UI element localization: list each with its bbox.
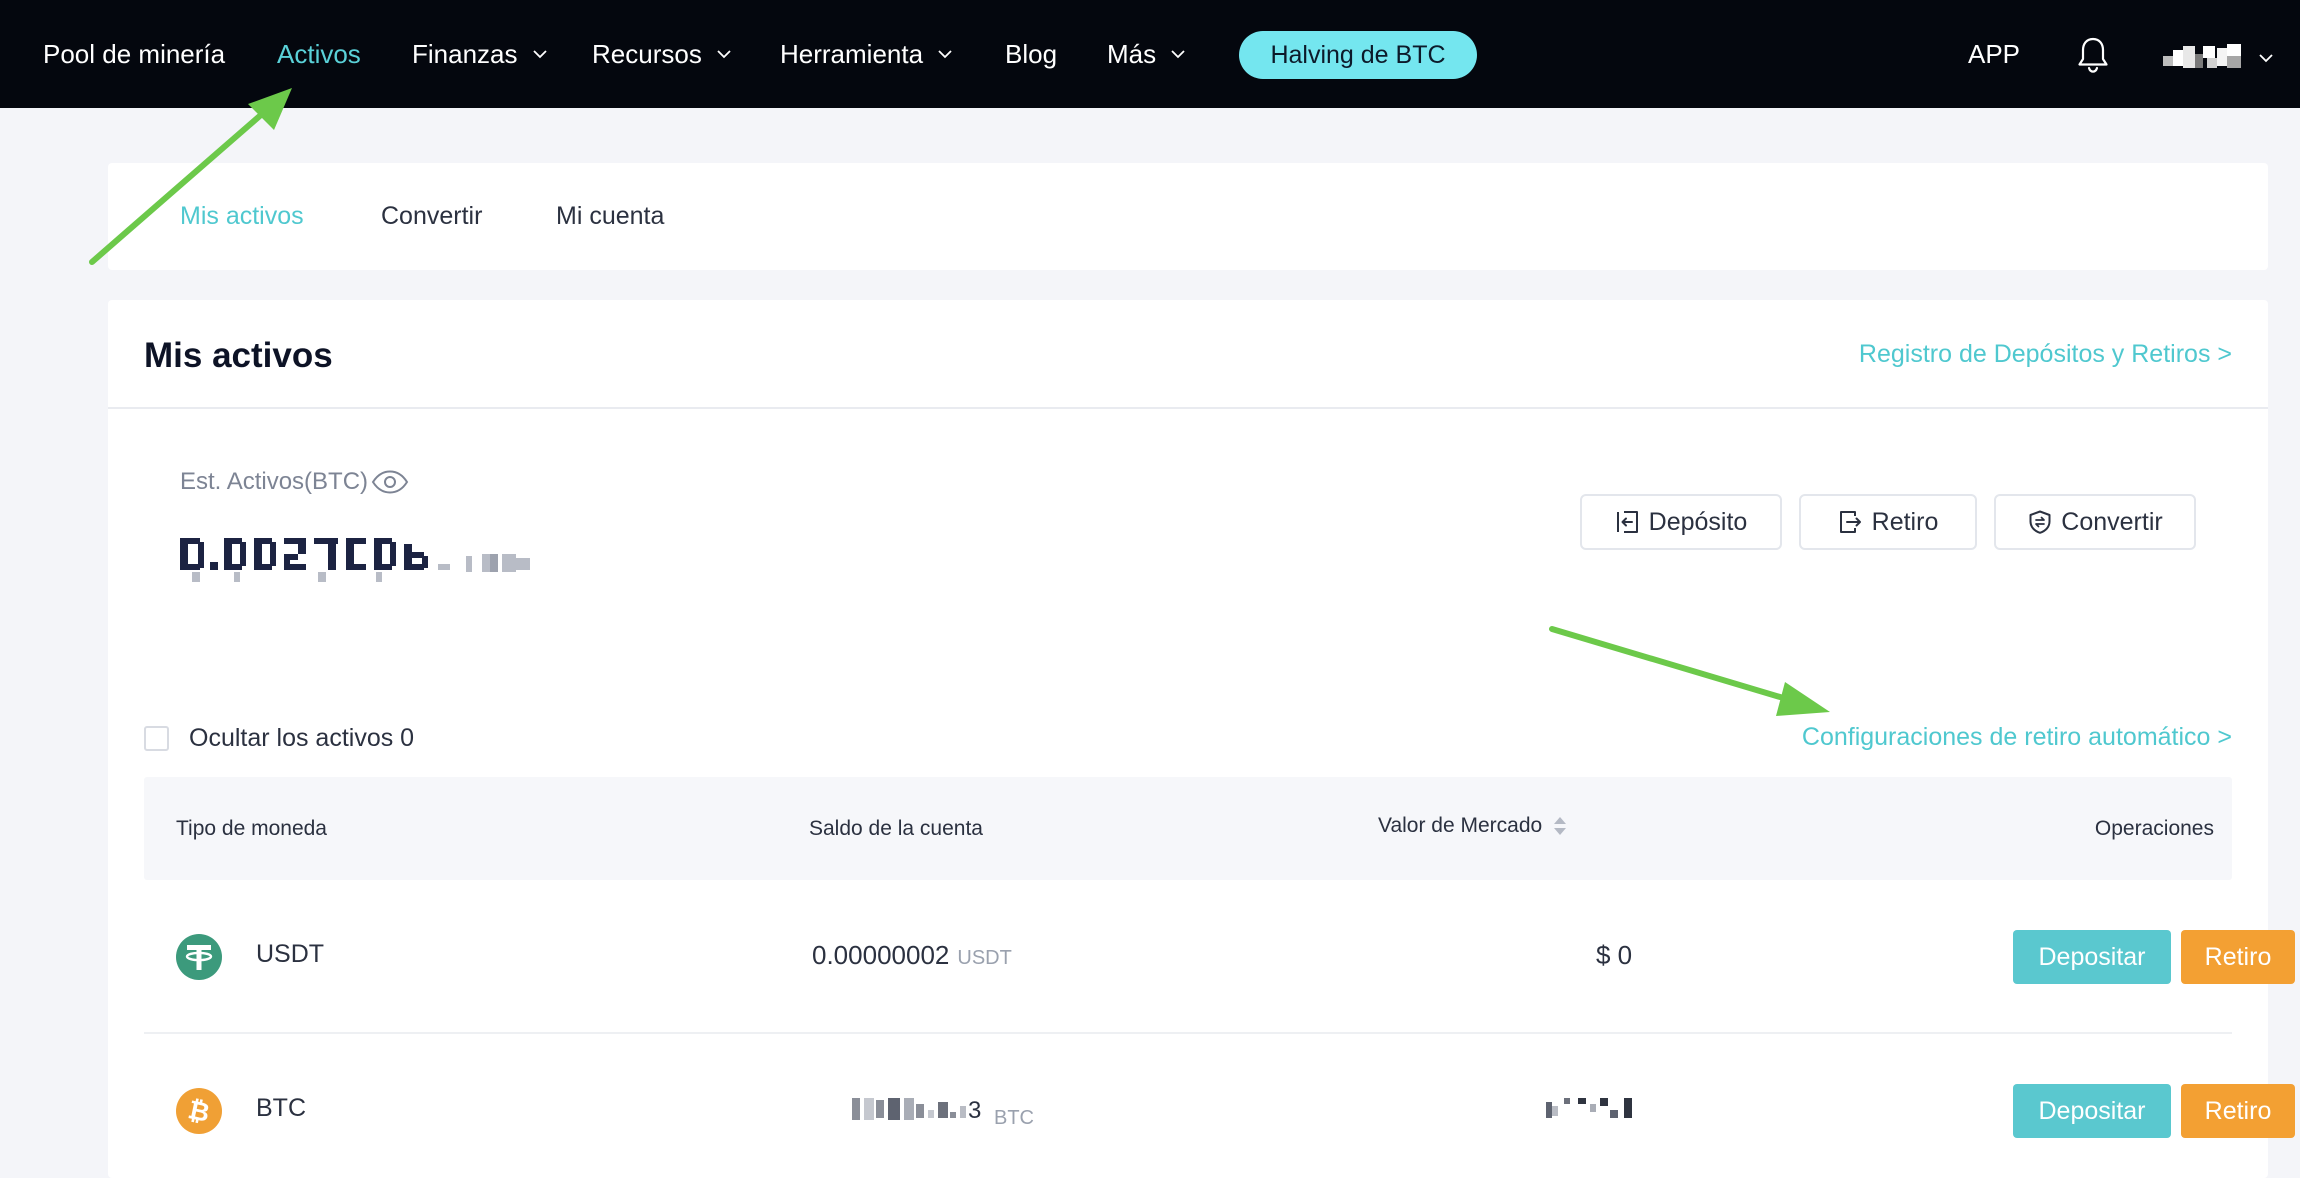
hide-zero-assets-toggle: Ocultar los activos 0 bbox=[144, 724, 414, 753]
column-header-coin: Tipo de moneda bbox=[176, 816, 327, 840]
depositar-button[interactable]: Depositar bbox=[2013, 930, 2171, 984]
assets-table-header: Tipo de moneda Saldo de la cuenta Valor … bbox=[144, 777, 2232, 880]
column-header-operations: Operaciones bbox=[2094, 816, 2214, 840]
balance-redacted: 3 bbox=[852, 1097, 981, 1124]
hide-zero-assets-label: Ocultar los activos 0 bbox=[189, 724, 415, 752]
estimated-balance-redacted bbox=[180, 538, 530, 582]
withdraw-button[interactable]: Retiro bbox=[1799, 494, 1977, 550]
user-avatar-redacted[interactable] bbox=[2163, 44, 2241, 70]
balance-unit: USDT bbox=[957, 947, 1012, 969]
nav-item-label: Recursos bbox=[592, 38, 702, 69]
chevron-down-icon[interactable] bbox=[2258, 50, 2274, 66]
app-label: APP bbox=[1968, 38, 2021, 69]
top-navigation: Pool de minería Activos Finanzas Recurso… bbox=[0, 0, 2300, 108]
chevron-down-icon bbox=[532, 50, 547, 59]
nav-item-assets[interactable]: Activos bbox=[277, 0, 361, 108]
tab-my-assets[interactable]: Mis activos bbox=[180, 163, 304, 270]
hide-zero-assets-checkbox[interactable] bbox=[144, 726, 169, 751]
auto-withdraw-settings-link[interactable]: Configuraciones de retiro automático > bbox=[1802, 723, 2232, 752]
nav-item-tools[interactable]: Herramienta bbox=[780, 0, 953, 108]
nav-item-label: Activos bbox=[277, 38, 361, 69]
account-balance: 3 BTC bbox=[850, 1094, 1034, 1130]
tab-my-account[interactable]: Mi cuenta bbox=[556, 163, 664, 270]
depositar-button[interactable]: Depositar bbox=[2013, 1084, 2171, 1138]
nav-item-blog[interactable]: Blog bbox=[1005, 0, 1057, 108]
nav-item-mining-pool[interactable]: Pool de minería bbox=[43, 0, 225, 108]
divider bbox=[108, 407, 2268, 409]
deposit-button-label: Depósito bbox=[1648, 507, 1748, 536]
table-row: ₿ BTC 3 BTC Depositar Retiro bbox=[144, 1034, 2295, 1178]
withdraw-icon bbox=[1839, 511, 1861, 533]
nav-item-label: Pool de minería bbox=[43, 38, 226, 69]
nav-item-resources[interactable]: Recursos bbox=[592, 0, 732, 108]
withdraw-button-label: Retiro bbox=[1871, 507, 1939, 536]
account-balance: 0.00000002 USDT bbox=[812, 940, 1012, 971]
market-value: $ 0 bbox=[1596, 940, 1633, 970]
halving-btc-button[interactable]: Halving de BTC bbox=[1239, 31, 1477, 79]
column-header-market[interactable]: Valor de Mercado bbox=[1378, 774, 1568, 877]
convert-button[interactable]: Convertir bbox=[1994, 494, 2196, 550]
page-title: Mis activos bbox=[144, 336, 333, 375]
btc-coin-icon: ₿ bbox=[176, 1088, 222, 1134]
estimated-assets-label: Est. Activos(BTC) bbox=[180, 468, 410, 496]
chevron-down-icon bbox=[938, 50, 952, 59]
nav-item-label: Herramienta bbox=[780, 38, 924, 69]
coin-name: BTC bbox=[256, 1094, 306, 1122]
column-header-market-label: Valor de Mercado bbox=[1378, 813, 1543, 837]
balance-value: 0.00000002 bbox=[812, 940, 950, 970]
assets-tabs-card: Mis activos Convertir Mi cuenta bbox=[108, 163, 2268, 270]
usdt-coin-icon bbox=[176, 934, 222, 980]
nav-item-label: Blog bbox=[1005, 38, 1058, 69]
balance-unit: BTC bbox=[994, 1107, 1034, 1129]
convert-button-label: Convertir bbox=[2061, 507, 2163, 536]
retiro-button[interactable]: Retiro bbox=[2181, 930, 2295, 984]
column-header-balance: Saldo de la cuenta bbox=[809, 816, 983, 840]
deposit-icon bbox=[1616, 511, 1638, 533]
tab-convert[interactable]: Convertir bbox=[381, 163, 482, 270]
coin-name: USDT bbox=[256, 940, 325, 968]
nav-item-more[interactable]: Más bbox=[1107, 0, 1186, 108]
bell-icon[interactable] bbox=[2075, 36, 2111, 74]
sort-icon[interactable] bbox=[1552, 814, 1568, 838]
svg-text:3: 3 bbox=[968, 1097, 981, 1124]
nav-item-finance[interactable]: Finanzas bbox=[412, 0, 548, 108]
nav-item-label: Más bbox=[1107, 38, 1157, 69]
assets-card: Mis activos Registro de Depósitos y Reti… bbox=[108, 300, 2295, 1178]
shield-convert-icon bbox=[2029, 510, 2051, 534]
eye-icon[interactable] bbox=[370, 469, 410, 495]
table-row: USDT 0.00000002 USDT $ 0 Depositar Retir… bbox=[144, 880, 2295, 1034]
market-value-redacted-pixels bbox=[1546, 1098, 1632, 1118]
nav-item-label: Finanzas bbox=[412, 38, 518, 69]
deposit-withdraw-history-link[interactable]: Registro de Depósitos y Retiros > bbox=[1859, 340, 2232, 369]
estimated-assets-text: Est. Activos(BTC) bbox=[180, 468, 369, 495]
market-value-redacted bbox=[1544, 1094, 1636, 1129]
retiro-button[interactable]: Retiro bbox=[2181, 1084, 2295, 1138]
app-link[interactable]: APP bbox=[1968, 0, 2020, 108]
deposit-button[interactable]: Depósito bbox=[1580, 494, 1782, 550]
chevron-down-icon bbox=[717, 50, 731, 59]
chevron-down-icon bbox=[1171, 50, 1185, 59]
